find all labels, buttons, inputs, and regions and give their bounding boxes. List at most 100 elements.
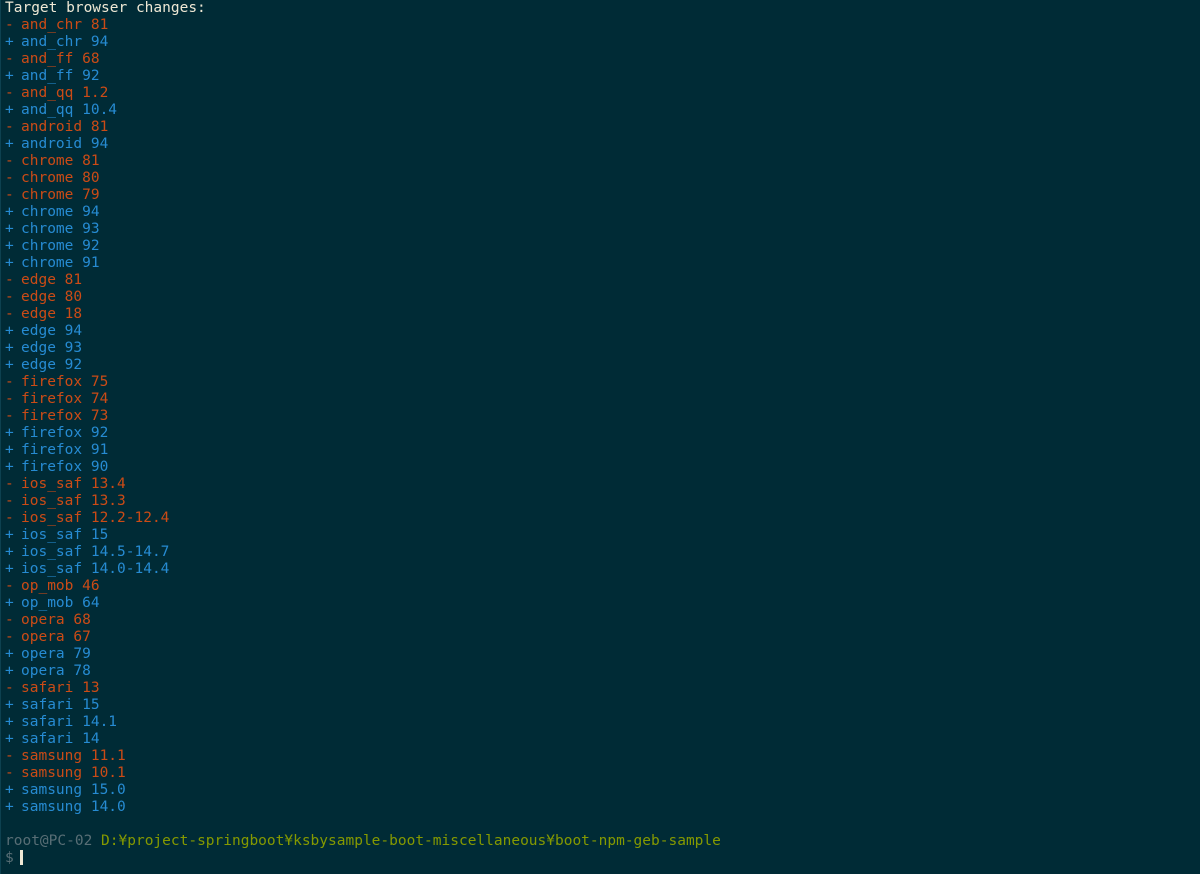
browser-version-text: ios_saf 12.2-12.4 bbox=[21, 510, 170, 526]
browser-version-text: firefox 73 bbox=[21, 408, 109, 424]
browser-version-text: samsung 15.0 bbox=[21, 782, 126, 798]
prompt-info-line: root@PC-02 D:¥project-springboot¥ksbysam… bbox=[1, 833, 1200, 850]
plus-marker: + bbox=[5, 102, 14, 118]
removed-browser-line: - and_chr 81 bbox=[1, 17, 1200, 34]
plus-marker: + bbox=[5, 340, 14, 356]
added-browser-line: + opera 79 bbox=[1, 646, 1200, 663]
added-browser-line: + chrome 91 bbox=[1, 255, 1200, 272]
removed-browser-line: - edge 81 bbox=[1, 272, 1200, 289]
browser-version-text: op_mob 64 bbox=[21, 595, 100, 611]
minus-marker: - bbox=[5, 374, 14, 390]
browser-version-text: edge 80 bbox=[21, 289, 83, 305]
minus-marker: - bbox=[5, 578, 14, 594]
browser-version-text: and_chr 94 bbox=[21, 34, 109, 50]
plus-marker: + bbox=[5, 425, 14, 441]
removed-browser-line: - ios_saf 13.3 bbox=[1, 493, 1200, 510]
added-browser-line: + samsung 14.0 bbox=[1, 799, 1200, 816]
removed-browser-line: - edge 18 bbox=[1, 306, 1200, 323]
removed-browser-line: - firefox 73 bbox=[1, 408, 1200, 425]
plus-marker: + bbox=[5, 204, 14, 220]
browser-version-text: samsung 10.1 bbox=[21, 765, 126, 781]
added-browser-line: + and_ff 92 bbox=[1, 68, 1200, 85]
browser-version-text: safari 14 bbox=[21, 731, 100, 747]
text-cursor bbox=[19, 850, 23, 865]
plus-marker: + bbox=[5, 68, 14, 84]
removed-browser-line: - safari 13 bbox=[1, 680, 1200, 697]
minus-marker: - bbox=[5, 748, 14, 764]
browser-version-text: opera 68 bbox=[21, 612, 91, 628]
added-browser-line: + chrome 92 bbox=[1, 238, 1200, 255]
removed-browser-line: - firefox 74 bbox=[1, 391, 1200, 408]
added-browser-line: + edge 94 bbox=[1, 323, 1200, 340]
browser-version-text: and_qq 1.2 bbox=[21, 85, 109, 101]
browser-version-text: op_mob 46 bbox=[21, 578, 100, 594]
added-browser-line: + edge 92 bbox=[1, 357, 1200, 374]
plus-marker: + bbox=[5, 544, 14, 560]
removed-browser-line: - chrome 80 bbox=[1, 170, 1200, 187]
minus-marker: - bbox=[5, 272, 14, 288]
browser-version-text: chrome 91 bbox=[21, 255, 100, 271]
browser-version-text: ios_saf 13.3 bbox=[21, 493, 126, 509]
minus-marker: - bbox=[5, 680, 14, 696]
browser-version-text: ios_saf 13.4 bbox=[21, 476, 126, 492]
prompt-path: D:¥project-springboot¥ksbysample-boot-mi… bbox=[101, 833, 721, 849]
minus-marker: - bbox=[5, 408, 14, 424]
removed-browser-line: - ios_saf 13.4 bbox=[1, 476, 1200, 493]
removed-browser-line: - opera 67 bbox=[1, 629, 1200, 646]
minus-marker: - bbox=[5, 119, 14, 135]
prompt-input-line[interactable]: $ bbox=[1, 850, 1200, 867]
browser-version-text: samsung 14.0 bbox=[21, 799, 126, 815]
removed-browser-line: - samsung 10.1 bbox=[1, 765, 1200, 782]
plus-marker: + bbox=[5, 238, 14, 254]
removed-browser-line: - ios_saf 12.2-12.4 bbox=[1, 510, 1200, 527]
browser-version-text: edge 81 bbox=[21, 272, 83, 288]
removed-browser-line: - opera 68 bbox=[1, 612, 1200, 629]
minus-marker: - bbox=[5, 170, 14, 186]
added-browser-line: + and_chr 94 bbox=[1, 34, 1200, 51]
added-browser-line: + ios_saf 15 bbox=[1, 527, 1200, 544]
plus-marker: + bbox=[5, 697, 14, 713]
added-browser-line: + firefox 91 bbox=[1, 442, 1200, 459]
plus-marker: + bbox=[5, 136, 14, 152]
minus-marker: - bbox=[5, 51, 14, 67]
removed-browser-line: - chrome 79 bbox=[1, 187, 1200, 204]
minus-marker: - bbox=[5, 85, 14, 101]
removed-browser-line: - and_qq 1.2 bbox=[1, 85, 1200, 102]
added-browser-line: + ios_saf 14.5-14.7 bbox=[1, 544, 1200, 561]
terminal-window[interactable]: Target browser changes: - and_chr 81 + and_… bbox=[0, 0, 1200, 874]
browser-version-text: chrome 79 bbox=[21, 187, 100, 203]
minus-marker: - bbox=[5, 510, 14, 526]
browser-version-text: android 94 bbox=[21, 136, 109, 152]
browser-version-text: firefox 74 bbox=[21, 391, 109, 407]
browser-version-text: and_chr 81 bbox=[21, 17, 109, 33]
browser-version-text: opera 79 bbox=[21, 646, 91, 662]
added-browser-line: + and_qq 10.4 bbox=[1, 102, 1200, 119]
minus-marker: - bbox=[5, 612, 14, 628]
browser-version-text: and_qq 10.4 bbox=[21, 102, 118, 118]
minus-marker: - bbox=[5, 17, 14, 33]
minus-marker: - bbox=[5, 187, 14, 203]
added-browser-line: + samsung 15.0 bbox=[1, 782, 1200, 799]
minus-marker: - bbox=[5, 391, 14, 407]
browser-version-text: chrome 93 bbox=[21, 221, 100, 237]
browser-version-text: ios_saf 15 bbox=[21, 527, 109, 543]
browser-version-text: edge 94 bbox=[21, 323, 83, 339]
added-browser-line: + firefox 90 bbox=[1, 459, 1200, 476]
plus-marker: + bbox=[5, 34, 14, 50]
browser-version-text: edge 92 bbox=[21, 357, 83, 373]
removed-browser-line: - samsung 11.1 bbox=[1, 748, 1200, 765]
added-browser-line: + ios_saf 14.0-14.4 bbox=[1, 561, 1200, 578]
browser-version-text: chrome 80 bbox=[21, 170, 100, 186]
added-browser-line: + opera 78 bbox=[1, 663, 1200, 680]
plus-marker: + bbox=[5, 459, 14, 475]
removed-browser-line: - edge 80 bbox=[1, 289, 1200, 306]
removed-browser-line: - firefox 75 bbox=[1, 374, 1200, 391]
browser-version-text: safari 15 bbox=[21, 697, 100, 713]
plus-marker: + bbox=[5, 731, 14, 747]
plus-marker: + bbox=[5, 255, 14, 271]
plus-marker: + bbox=[5, 714, 14, 730]
minus-marker: - bbox=[5, 306, 14, 322]
plus-marker: + bbox=[5, 561, 14, 577]
removed-browser-line: - and_ff 68 bbox=[1, 51, 1200, 68]
plus-marker: + bbox=[5, 527, 14, 543]
